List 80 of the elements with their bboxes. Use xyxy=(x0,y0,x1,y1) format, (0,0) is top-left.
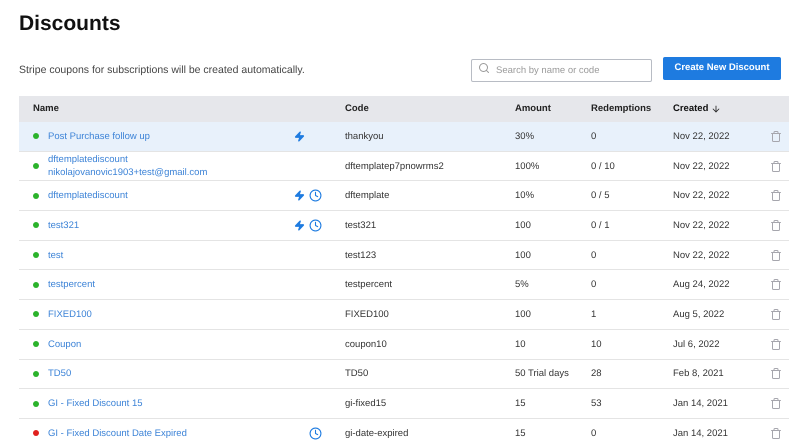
discount-name-link[interactable]: FIXED100 xyxy=(48,308,92,321)
page-description: Stripe coupons for subscriptions will be created automatically. xyxy=(19,63,305,78)
page-title: Discounts xyxy=(19,11,122,37)
amount-cell: 100 xyxy=(515,220,531,231)
delete-icon[interactable] xyxy=(770,397,782,410)
discount-name-link[interactable]: test xyxy=(48,248,64,262)
created-cell: Jan 14, 2021 xyxy=(673,428,728,439)
code-cell: gi-fixed15 xyxy=(345,398,386,410)
delete-icon[interactable] xyxy=(770,130,782,143)
redemptions-cell: 0 xyxy=(591,130,596,142)
amount-cell: 15 xyxy=(515,398,526,410)
table-row[interactable]: dftemplatediscount nikolajovanovic1903+test@gmail.com dftemplatep7pnowrms2 100% 0 / 10 Nov 22, 2022 xyxy=(19,152,789,182)
redemptions-cell: 1 xyxy=(591,308,596,320)
delete-icon[interactable] xyxy=(770,189,782,202)
code-cell: TD50 xyxy=(345,368,368,380)
discount-name-link[interactable]: testpercent xyxy=(48,278,95,292)
redemptions-cell: 0 xyxy=(591,279,596,290)
code-cell: test321 xyxy=(345,220,376,231)
amount-cell: 50 Trial days xyxy=(515,368,569,380)
created-cell: Nov 22, 2022 xyxy=(673,130,730,142)
code-cell: test123 xyxy=(345,250,376,261)
redemptions-cell: 10 xyxy=(591,338,602,350)
delete-icon[interactable] xyxy=(770,248,782,262)
table-row[interactable]: Post Purchase follow up thankyou 30% 0 Nov 22, 2022 xyxy=(19,122,789,152)
amount-cell: 30% xyxy=(515,130,534,142)
redemptions-cell: 0 xyxy=(591,428,596,439)
discount-email-link[interactable]: nikolajovanovic1903+test@gmail.com xyxy=(48,166,208,180)
discount-name-link[interactable]: test321 xyxy=(48,218,80,232)
table-row[interactable]: TD50 TD50 50 Trial days 28 Feb 8, 2021 xyxy=(19,360,789,390)
created-cell: Nov 22, 2022 xyxy=(673,250,730,261)
delete-icon[interactable] xyxy=(770,367,782,380)
delete-icon[interactable] xyxy=(770,308,782,321)
search-field[interactable]: Search by name or code xyxy=(471,58,652,82)
delete-icon[interactable] xyxy=(770,218,782,232)
created-cell: Aug 5, 2022 xyxy=(673,308,724,320)
code-cell: thankyou xyxy=(345,130,384,142)
created-cell: Aug 24, 2022 xyxy=(673,279,730,290)
column-header[interactable]: Amount xyxy=(515,102,551,116)
amount-cell: 5% xyxy=(515,279,529,290)
code-cell: testpercent xyxy=(345,279,392,290)
code-cell: dftemplate xyxy=(345,190,390,202)
amount-cell: 100% xyxy=(515,160,540,172)
created-cell: Nov 22, 2022 xyxy=(673,190,730,202)
created-cell: Jan 14, 2021 xyxy=(673,398,728,410)
redemptions-cell: 0 / 10 xyxy=(591,160,615,172)
discount-name-link[interactable]: GI - Fixed Discount Date Expired xyxy=(48,426,187,440)
create-discount-button[interactable]: Create New Discount xyxy=(663,56,781,80)
discount-name-link[interactable]: Coupon xyxy=(48,338,82,351)
delete-icon[interactable] xyxy=(770,426,782,440)
redemptions-cell: 28 xyxy=(591,368,602,380)
code-cell: dftemplatep7pnowrms2 xyxy=(345,160,444,172)
delete-icon[interactable] xyxy=(770,160,782,173)
code-cell: FIXED100 xyxy=(345,308,389,320)
redemptions-cell: 0 / 5 xyxy=(591,190,610,202)
created-cell: Jul 6, 2022 xyxy=(673,338,720,350)
amount-cell: 15 xyxy=(515,428,526,439)
created-cell: Feb 8, 2021 xyxy=(673,368,724,380)
discount-name-link[interactable]: dftemplatediscount xyxy=(48,189,128,202)
amount-cell: 100 xyxy=(515,308,531,320)
discount-name-link[interactable]: GI - Fixed Discount 15 xyxy=(48,397,143,410)
amount-cell: 10 xyxy=(515,338,526,350)
search-icon xyxy=(478,62,490,74)
discount-name-link[interactable]: dftemplatediscount xyxy=(48,153,128,166)
delete-icon[interactable] xyxy=(770,338,782,351)
created-cell: Nov 22, 2022 xyxy=(673,220,730,231)
discount-name-link[interactable]: TD50 xyxy=(48,367,72,380)
delete-icon[interactable] xyxy=(770,278,782,292)
column-header[interactable]: Redemptions xyxy=(591,102,652,116)
amount-cell: 10% xyxy=(515,190,534,202)
amount-cell: 100 xyxy=(515,250,531,261)
code-cell: gi-date-expired xyxy=(345,428,408,439)
created-cell: Nov 22, 2022 xyxy=(673,160,730,172)
sort-arrow-icon xyxy=(711,104,722,114)
redemptions-cell: 0 xyxy=(591,250,596,261)
redemptions-cell: 0 / 1 xyxy=(591,220,610,231)
column-header[interactable]: Created xyxy=(673,102,708,116)
code-cell: coupon10 xyxy=(345,338,387,350)
column-header[interactable]: Name xyxy=(33,102,59,116)
column-header[interactable]: Code xyxy=(345,102,369,116)
redemptions-cell: 53 xyxy=(591,398,602,410)
